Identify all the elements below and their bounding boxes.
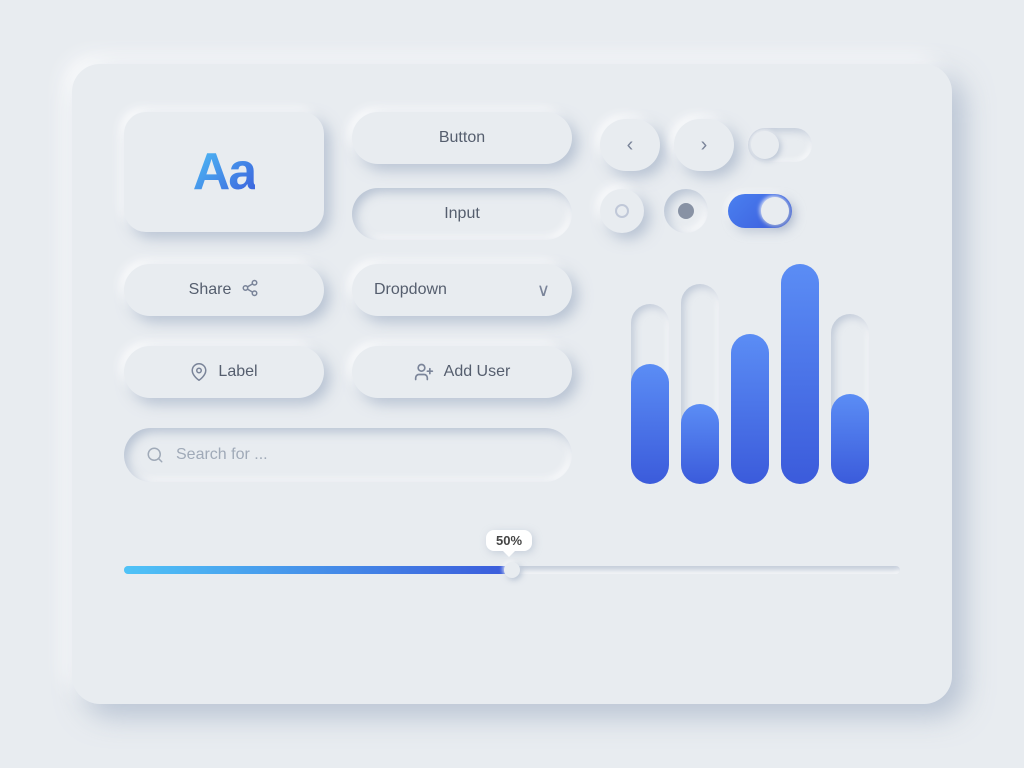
label-button[interactable]: Label <box>124 346 324 398</box>
right-arrow-icon: › <box>701 134 708 157</box>
progress-value: 50% <box>496 533 522 548</box>
ui-grid: Aa Button Input ‹ › <box>124 112 900 574</box>
main-container: Aa Button Input ‹ › <box>72 64 952 704</box>
bar-inner-4 <box>781 264 819 484</box>
dropdown-label: Dropdown <box>374 281 447 299</box>
share-label: Share <box>189 281 232 299</box>
add-user-icon <box>414 362 434 382</box>
radio-inner-filled <box>678 203 694 219</box>
dropdown-button[interactable]: Dropdown ∨ <box>352 264 572 316</box>
progress-fill <box>124 566 512 574</box>
add-user-button[interactable]: Add User <box>352 346 572 398</box>
bar-item <box>631 304 669 484</box>
progress-tooltip: 50% <box>486 530 532 551</box>
bar-item <box>831 314 869 484</box>
next-button[interactable]: › <box>674 119 734 171</box>
radio-unselected[interactable] <box>600 189 644 233</box>
input-label: Input <box>444 205 480 223</box>
location-icon <box>190 363 208 381</box>
chevron-down-icon: ∨ <box>537 280 550 301</box>
toggle-knob-on <box>761 197 789 225</box>
toggle-knob-off <box>751 131 779 159</box>
search-bar[interactable]: Search for ... <box>124 428 572 482</box>
toggle-on[interactable] <box>728 194 792 228</box>
type-card: Aa <box>124 112 324 232</box>
radio-selected[interactable] <box>664 189 708 233</box>
bar-outer-4 <box>781 264 819 484</box>
search-icon <box>146 446 164 464</box>
add-user-label: Add User <box>444 363 511 381</box>
type-display: Aa <box>193 142 255 202</box>
button-label: Button <box>439 129 485 147</box>
progress-section: 50% <box>124 512 900 574</box>
progress-track[interactable] <box>124 566 900 574</box>
bar-outer-1 <box>631 304 669 484</box>
bar-inner-3 <box>731 334 769 484</box>
button-primary[interactable]: Button <box>352 112 572 164</box>
bar-item <box>731 334 769 484</box>
bar-inner-1 <box>631 364 669 484</box>
bar-item <box>781 264 819 484</box>
share-icon <box>241 279 259 302</box>
right-controls: ‹ › <box>600 112 900 240</box>
prev-button[interactable]: ‹ <box>600 119 660 171</box>
bar-outer-3 <box>731 334 769 484</box>
bar-inner-2 <box>681 404 719 484</box>
arrow-group: ‹ › <box>600 119 812 171</box>
radio-toggle-group <box>600 189 792 233</box>
radio-inner-empty <box>615 204 629 218</box>
input-field[interactable]: Input <box>352 188 572 240</box>
bar-outer-2 <box>681 284 719 484</box>
left-arrow-icon: ‹ <box>627 134 634 157</box>
bar-chart <box>600 264 900 488</box>
progress-label-area: 50% <box>124 524 900 556</box>
share-button[interactable]: Share <box>124 264 324 316</box>
bar-outer-5 <box>831 314 869 484</box>
toggle-off[interactable] <box>748 128 812 162</box>
bar-item <box>681 284 719 484</box>
bar-inner-5 <box>831 394 869 484</box>
label-text: Label <box>218 363 257 381</box>
progress-thumb[interactable] <box>504 562 520 578</box>
search-placeholder: Search for ... <box>176 446 268 464</box>
